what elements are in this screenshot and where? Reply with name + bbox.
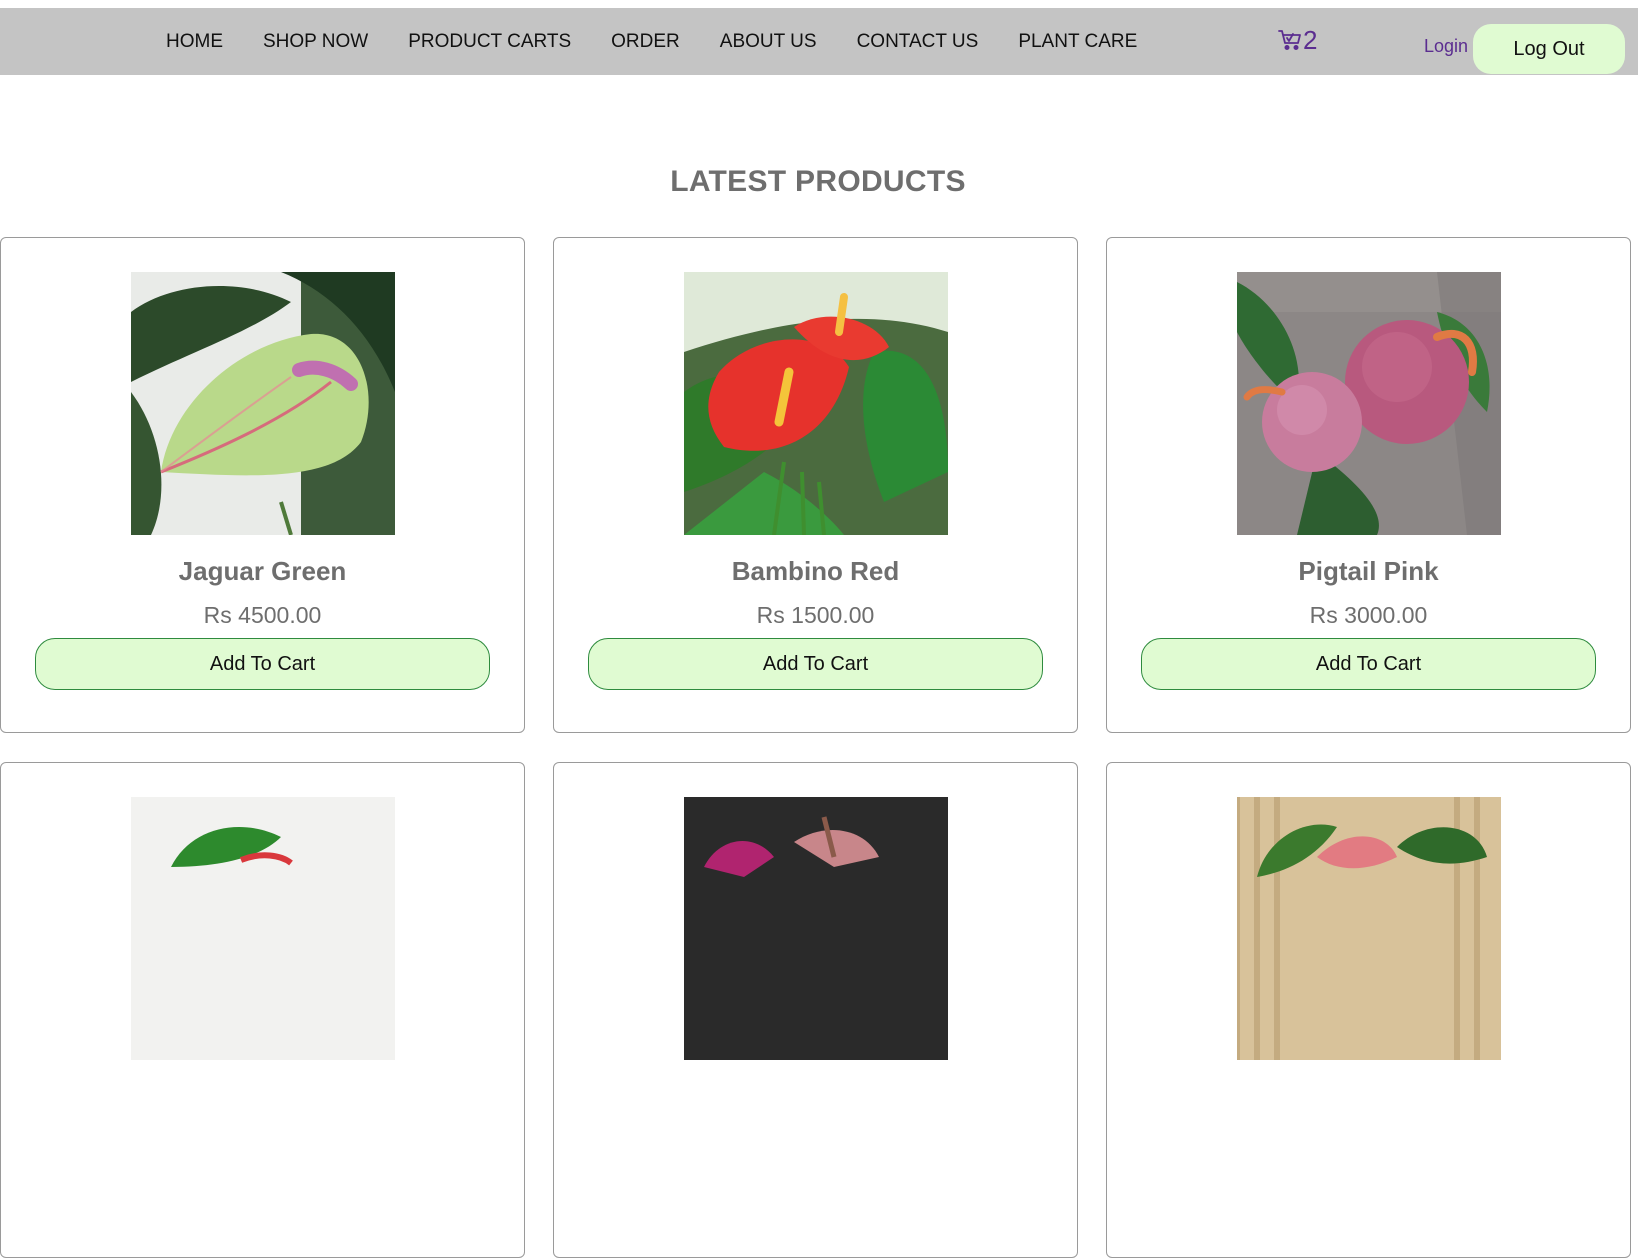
nav-home[interactable]: HOME [166,31,223,53]
cart-link[interactable]: 2 [1278,25,1317,55]
nav-about-us[interactable]: ABOUT US [720,31,817,53]
product-card [553,762,1078,1258]
nav-product-carts[interactable]: PRODUCT CARTS [408,31,571,53]
product-image [1237,272,1501,535]
product-price: Rs 1500.00 [756,602,875,628]
nav-plant-care[interactable]: PLANT CARE [1018,31,1137,53]
product-image [131,272,395,535]
product-price: Rs 4500.00 [203,602,322,628]
product-name: Pigtail Pink [1298,556,1439,586]
product-price: Rs 3000.00 [1309,602,1428,628]
add-to-cart-button[interactable]: Add To Cart [1141,638,1596,690]
add-to-cart-button[interactable]: Add To Cart [35,638,490,690]
section-title: LATEST PRODUCTS [670,165,966,198]
product-image [1237,797,1501,1060]
product-card: Jaguar Green Rs 4500.00 Add To Cart [0,237,525,733]
login-link[interactable]: Login [1424,36,1468,57]
navbar: HOME SHOP NOW PRODUCT CARTS ORDER ABOUT … [0,8,1638,75]
logout-button[interactable]: Log Out [1473,24,1625,74]
product-image [684,797,948,1060]
product-card: Bambino Red Rs 1500.00 Add To Cart [553,237,1078,733]
product-name: Jaguar Green [178,556,347,586]
product-card: Pigtail Pink Rs 3000.00 Add To Cart [1106,237,1631,733]
nav-shop-now[interactable]: SHOP NOW [263,31,368,53]
product-card [1106,762,1631,1258]
product-image [131,797,395,1060]
nav-order[interactable]: ORDER [611,31,680,53]
product-card [0,762,525,1258]
product-image [684,272,948,535]
main-nav: HOME SHOP NOW PRODUCT CARTS ORDER ABOUT … [166,8,1137,75]
product-name: Bambino Red [731,556,900,586]
cart-count-badge: 2 [1303,25,1318,55]
cart-icon [1278,29,1302,51]
add-to-cart-button[interactable]: Add To Cart [588,638,1043,690]
nav-contact-us[interactable]: CONTACT US [857,31,979,53]
